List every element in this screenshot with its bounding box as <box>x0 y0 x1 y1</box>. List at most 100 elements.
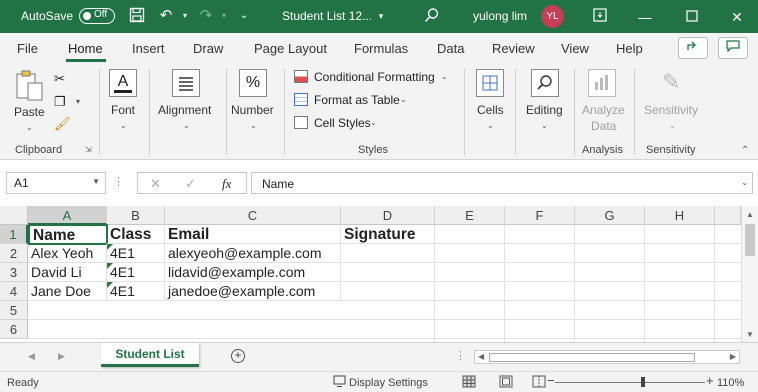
column-header-c[interactable]: C <box>165 206 341 225</box>
column-header-b[interactable]: B <box>107 206 165 225</box>
row-header-6[interactable]: 6 <box>0 320 28 339</box>
save-icon[interactable] <box>128 7 146 25</box>
document-menu-chevron-icon[interactable]: ▾ <box>372 7 390 25</box>
zoom-level[interactable]: 110% <box>717 377 744 389</box>
cell-a2[interactable]: Alex Yeoh <box>28 244 107 263</box>
display-settings-button[interactable]: Display Settings <box>349 377 428 389</box>
column-header-e[interactable]: E <box>435 206 505 225</box>
sheet-tab-student-list[interactable]: Student List <box>101 343 199 367</box>
drag-handle-icon[interactable]: ⋮ <box>113 175 124 188</box>
page-break-view-icon[interactable] <box>532 375 546 391</box>
comments-button[interactable] <box>718 37 748 59</box>
insert-function-icon[interactable]: fx <box>222 176 231 192</box>
error-indicator-icon[interactable] <box>107 263 113 269</box>
tab-file[interactable]: File <box>17 41 38 56</box>
column-header-a[interactable]: A <box>28 206 107 225</box>
search-icon[interactable] <box>423 7 441 25</box>
copy-dropdown-icon[interactable]: ▾ <box>76 97 80 106</box>
cell-b2[interactable]: 4E1 <box>107 244 165 263</box>
format-as-table-button[interactable]: Format as Table ⌄ <box>294 92 414 110</box>
tab-splitter-handle[interactable]: ⋮ <box>455 349 466 362</box>
cell-styles-button[interactable]: Cell Styles ⌄ <box>294 115 384 133</box>
tab-help[interactable]: Help <box>616 41 643 56</box>
tab-view[interactable]: View <box>561 41 589 56</box>
previous-sheet-icon[interactable]: ◀ <box>28 351 35 362</box>
redo-icon[interactable]: ↷ <box>197 7 215 25</box>
vertical-scroll-thumb[interactable] <box>745 224 755 256</box>
cut-icon[interactable]: ✂ <box>54 71 65 87</box>
tab-page-layout[interactable]: Page Layout <box>254 41 327 56</box>
redo-dropdown-icon[interactable]: ▾ <box>215 7 233 25</box>
row-header-2[interactable]: 2 <box>0 244 28 263</box>
tab-data[interactable]: Data <box>437 41 464 56</box>
editing-button[interactable]: Editing ⌄ <box>522 67 568 137</box>
cell-d4[interactable] <box>341 282 435 301</box>
tab-home[interactable]: Home <box>68 41 103 56</box>
cell-d1[interactable]: Signature <box>341 225 435 244</box>
undo-dropdown-icon[interactable]: ▾ <box>176 7 194 25</box>
column-header-g[interactable]: G <box>575 206 645 225</box>
expand-formula-icon[interactable]: ⌄ <box>741 178 748 187</box>
display-settings-icon[interactable] <box>333 375 346 391</box>
sensitivity-button[interactable]: ✎ Sensitivity ⌄ <box>640 67 706 137</box>
normal-view-icon[interactable] <box>462 375 476 391</box>
error-indicator-icon[interactable] <box>107 282 113 288</box>
cells-button[interactable]: Cells ⌄ <box>472 67 508 137</box>
cancel-icon[interactable]: ✕ <box>150 176 161 192</box>
cell-a3[interactable]: David Li <box>28 263 107 282</box>
undo-icon[interactable]: ↶ <box>157 7 175 25</box>
analyze-data-button[interactable]: Analyze Data <box>580 67 626 137</box>
add-sheet-icon[interactable]: + <box>231 349 245 363</box>
zoom-in-icon[interactable]: + <box>706 373 714 388</box>
collapse-ribbon-icon[interactable]: ⌃ <box>741 145 749 156</box>
name-box[interactable]: A1 ▼ <box>6 172 106 194</box>
alignment-button[interactable]: Alignment ⌄ <box>155 67 219 137</box>
tab-formulas[interactable]: Formulas <box>354 41 408 56</box>
cell-b3[interactable]: 4E1 <box>107 263 165 282</box>
tab-insert[interactable]: Insert <box>132 41 165 56</box>
horizontal-scrollbar[interactable]: ◀ ▶ <box>474 350 740 364</box>
horizontal-scroll-thumb[interactable] <box>489 353 695 362</box>
next-sheet-icon[interactable]: ▶ <box>58 351 65 362</box>
select-all-button[interactable] <box>0 206 28 225</box>
column-header-d[interactable]: D <box>341 206 435 225</box>
cell-c3[interactable]: lidavid@example.com <box>165 263 341 282</box>
row-header-4[interactable]: 4 <box>0 282 28 301</box>
paste-button[interactable]: Paste ⌄ <box>10 67 50 137</box>
scroll-down-icon[interactable]: ▼ <box>746 330 754 339</box>
row-header-3[interactable]: 3 <box>0 263 28 282</box>
clipboard-launcher-icon[interactable]: ⇲ <box>85 145 92 154</box>
format-painter-icon[interactable]: 🖌 <box>54 116 71 132</box>
column-header-h[interactable]: H <box>645 206 715 225</box>
cell-d2[interactable] <box>341 244 435 263</box>
cell-d3[interactable] <box>341 263 435 282</box>
scroll-up-icon[interactable]: ▲ <box>746 210 754 219</box>
vertical-scrollbar[interactable]: ▲ ▼ <box>741 206 758 342</box>
zoom-slider-thumb[interactable] <box>641 377 645 387</box>
row-header-1[interactable]: 1 <box>0 225 28 244</box>
conditional-formatting-button[interactable]: Conditional Formatting ⌄ <box>294 69 454 87</box>
tab-draw[interactable]: Draw <box>193 41 223 56</box>
zoom-slider[interactable] <box>555 377 705 387</box>
cell-c1[interactable]: Email <box>165 225 341 244</box>
customize-toolbar-icon[interactable]: ⌄ <box>235 7 253 25</box>
cell-a1[interactable]: Name <box>28 224 108 245</box>
document-title[interactable]: Student List 12... <box>282 9 372 23</box>
ribbon-display-icon[interactable] <box>590 7 610 27</box>
maximize-icon[interactable] <box>682 7 702 27</box>
share-button[interactable] <box>678 37 708 59</box>
number-button[interactable]: % Number ⌄ <box>230 67 278 137</box>
cell-c2[interactable]: alexyeoh@example.com <box>165 244 341 263</box>
error-indicator-icon[interactable] <box>107 244 113 250</box>
copy-icon[interactable]: ❐ <box>54 94 66 110</box>
tab-review[interactable]: Review <box>492 41 535 56</box>
column-header-f[interactable]: F <box>505 206 575 225</box>
cell-c4[interactable]: janedoe@example.com <box>165 282 341 301</box>
cell-b4[interactable]: 4E1 <box>107 282 165 301</box>
row-header-5[interactable]: 5 <box>0 301 28 320</box>
formula-input[interactable]: Name ⌄ <box>251 172 753 194</box>
font-button[interactable]: A Font ⌄ <box>106 67 142 137</box>
enter-icon[interactable]: ✓ <box>185 176 196 192</box>
scroll-right-icon[interactable]: ▶ <box>730 352 736 361</box>
cell-a4[interactable]: Jane Doe <box>28 282 107 301</box>
